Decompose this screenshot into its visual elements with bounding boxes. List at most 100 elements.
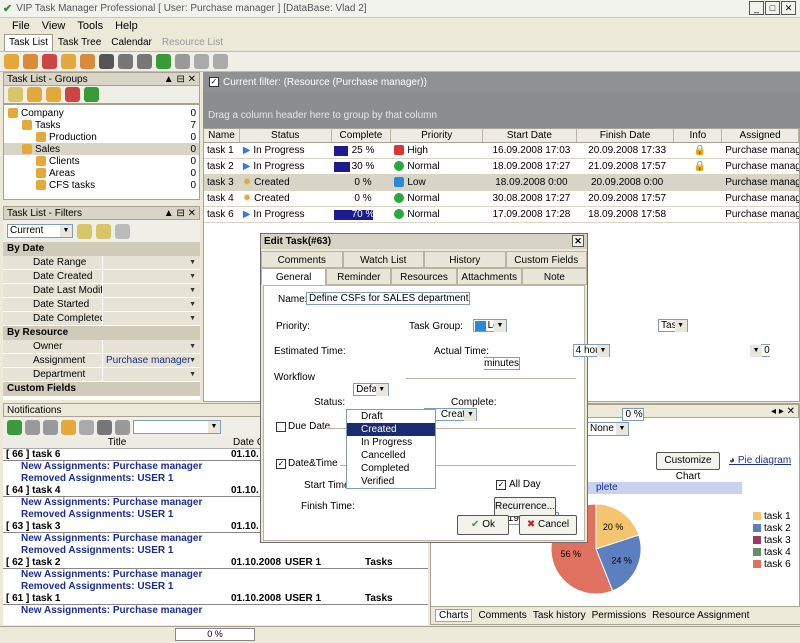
column-header[interactable]: Info [674,129,723,142]
menu-help[interactable]: Help [115,20,138,32]
group-tree-item[interactable]: Production 0 [4,131,199,143]
table-row[interactable]: task 2 ▶ In Progress 30 % Normal 18.09.2008 … [204,159,799,175]
delete-group-icon[interactable] [65,87,80,102]
filter-select[interactable]: Current [7,224,73,238]
priority-select[interactable]: Low [472,319,507,332]
recurrence-button[interactable]: Recurrence... [494,497,556,517]
cancel-button[interactable]: ✖ Cancel [519,515,577,535]
menu-tools[interactable]: Tools [77,20,103,32]
filter-value[interactable] [103,298,200,312]
task-notify-icon[interactable] [61,419,76,435]
estimated-time-input[interactable]: 4 hours [572,344,610,357]
complete-spinner[interactable]: 0 % [622,408,644,421]
archive-icon[interactable] [115,419,130,435]
pie-diagram-link[interactable]: ◕ Pie diagram [729,455,791,466]
status-option[interactable]: Completed [347,462,435,475]
view-icon[interactable] [79,419,94,435]
dialog-tab-note[interactable]: Note [521,268,588,285]
chart-tab-resource-assignment[interactable]: Resource Assignment [652,610,749,621]
filter-value[interactable] [103,284,200,298]
close-button[interactable]: ✕ [781,1,796,15]
group-by-date[interactable]: By Date [3,242,200,256]
group-tree-item[interactable]: Tasks 7 [4,119,199,131]
refresh-notifications-icon[interactable] [7,419,22,435]
new-subtask-icon[interactable] [23,54,38,69]
menu-view[interactable]: View [42,20,66,32]
chart-series-select[interactable]: None [587,422,629,436]
table-row[interactable]: task 6 ▶ In Progress 70 % Normal 17.09.2008 … [204,207,799,223]
new-task-icon[interactable] [4,54,19,69]
column-header[interactable]: Assigned [722,129,799,142]
group-by-resource[interactable]: By Resource [3,326,200,340]
column-header[interactable]: Finish Date [577,129,675,142]
group-by-area[interactable]: Drag a column header here to group by th… [203,92,800,130]
column-header[interactable]: Priority [391,129,484,142]
chart-tab-permissions[interactable]: Permissions [592,610,646,621]
task-group-select[interactable]: Tasks [658,319,688,332]
dialog-tab-reminder[interactable]: Reminder [326,268,392,285]
chart-tab-task-history[interactable]: Task history [533,610,586,621]
filter-value[interactable] [103,256,200,270]
group-tree-item[interactable]: Clients 0 [4,155,199,167]
tab-calendar[interactable]: Calendar [106,34,157,51]
column-header[interactable]: Status [240,129,332,142]
move-down-icon[interactable] [137,54,152,69]
column-header[interactable]: Start Date [483,129,577,142]
clear-filter-icon[interactable] [115,223,130,239]
filter-value[interactable] [103,270,200,284]
table-row[interactable]: task 3 ✹ Created 0 % Low 18.09.2008 0:00 20.0… [204,175,799,191]
menu-file[interactable]: File [12,20,30,32]
tab-task-tree[interactable]: Task Tree [53,34,106,51]
filter-row[interactable]: Department [3,368,200,382]
minimize-button[interactable]: _ [749,1,764,15]
chart-tab-charts[interactable]: Charts [435,609,473,622]
workflow-select[interactable]: Default [353,383,389,396]
panel-pin-icon[interactable]: ▲ ⊟ ✕ [164,74,196,85]
mark-read-icon[interactable] [25,419,40,435]
dialog-tab-watch-list[interactable]: Watch List [342,251,424,268]
delete-notify-icon[interactable] [97,419,112,435]
dialog-tab-attachments[interactable]: Attachments [456,268,522,285]
move-up-icon[interactable] [118,54,133,69]
dialog-tab-history[interactable]: History [424,251,506,268]
notification-filter-select[interactable] [133,420,221,434]
delete-task-icon[interactable] [42,54,57,69]
customize-chart-button[interactable]: Customize Chart [656,452,720,482]
filter-enabled-checkbox[interactable]: ✓ [209,77,219,87]
filter-value[interactable] [103,368,200,382]
status-option[interactable]: Draft [347,410,435,423]
tab-task-list[interactable]: Task List [4,34,53,51]
filter-row[interactable]: Owner [3,340,200,354]
filter-row[interactable]: Date Range [3,256,200,270]
group-tree-item[interactable]: Areas 0 [4,167,199,179]
group-tree-item[interactable]: Company 0 [4,107,199,119]
col-title[interactable]: Title [3,437,231,448]
dialog-tab-resources[interactable]: Resources [391,268,457,285]
move-icon[interactable] [99,54,114,69]
mark-all-icon[interactable] [43,419,58,435]
filter-value[interactable] [103,340,200,354]
status-option[interactable]: Cancelled [347,449,435,462]
group-custom-fields[interactable]: Custom Fields [3,382,200,396]
status-option[interactable]: In Progress [347,436,435,449]
undo-icon[interactable] [175,54,190,69]
ok-button[interactable]: ✔ Ok [457,515,509,535]
group-tree-item[interactable]: Sales 0 [4,143,199,155]
filter-row[interactable]: Assignment Purchase manager [3,354,200,368]
status-option[interactable]: Created [347,423,435,436]
notification-header[interactable]: [ 61 ] task 1 01.10.2008 USER 1 Tasks [3,593,428,605]
chart-tab-comments[interactable]: Comments [478,610,526,621]
panel-pin-icon[interactable]: ▲ ⊟ ✕ [164,208,196,219]
column-header[interactable]: Complete [332,129,392,142]
add-group-icon[interactable] [27,87,42,102]
datetime-checkbox[interactable]: ✓ [276,459,286,469]
filter-value[interactable] [103,312,200,326]
dialog-tab-comments[interactable]: Comments [261,251,343,268]
maximize-button[interactable]: □ [765,1,780,15]
name-input[interactable]: Define CSFs for SALES department [306,292,470,305]
tab-resource-list[interactable]: Resource List [157,34,228,51]
due-date-checkbox[interactable] [276,422,286,432]
all-day-checkbox[interactable]: ✓ [496,480,506,490]
notification-header[interactable]: [ 62 ] task 2 01.10.2008 USER 1 Tasks [3,557,428,569]
refresh-icon[interactable] [156,54,171,69]
